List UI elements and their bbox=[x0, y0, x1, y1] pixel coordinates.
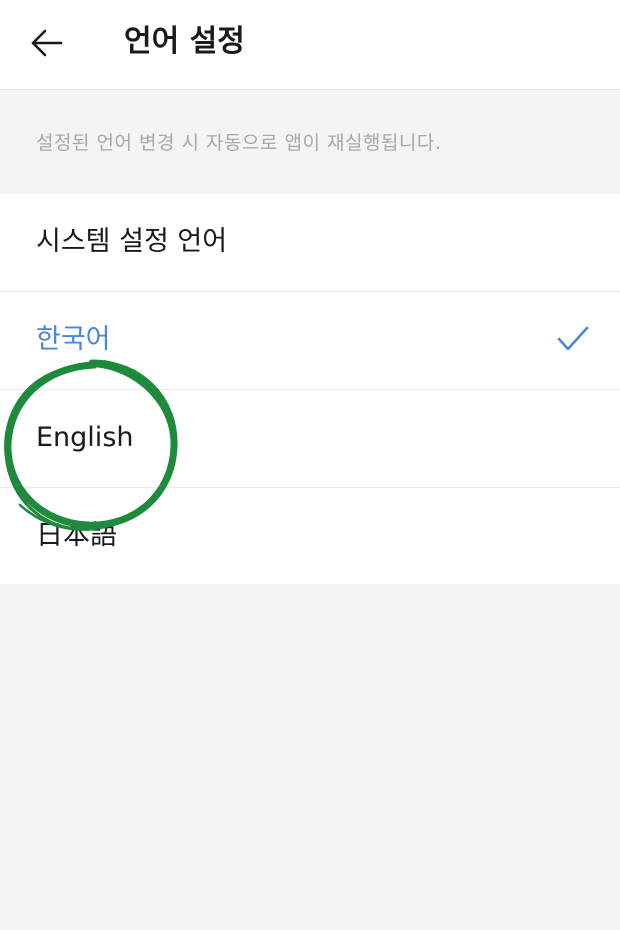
app-header: 언어 설정 bbox=[0, 0, 620, 90]
notice-text: 설정된 언어 변경 시 자동으로 앱이 재실행됩니다. bbox=[36, 132, 442, 154]
language-option-system[interactable]: 시스템 설정 언어 bbox=[0, 194, 620, 292]
check-icon bbox=[557, 326, 589, 351]
language-list: 시스템 설정 언어 한국어 English 日本語 bbox=[0, 194, 620, 584]
back-button[interactable] bbox=[22, 20, 72, 66]
language-option-korean[interactable]: 한국어 bbox=[0, 292, 620, 390]
language-option-japanese[interactable]: 日本語 bbox=[0, 488, 620, 584]
language-label: 한국어 bbox=[36, 324, 111, 355]
page-title: 언어 설정 bbox=[124, 24, 245, 59]
restart-notice: 설정된 언어 변경 시 자동으로 앱이 재실행됩니다. bbox=[0, 90, 620, 194]
language-label: 日本語 bbox=[36, 520, 117, 551]
language-label: English bbox=[36, 422, 134, 453]
language-label: 시스템 설정 언어 bbox=[36, 226, 228, 257]
language-option-english[interactable]: English bbox=[0, 390, 620, 488]
arrow-left-icon bbox=[31, 29, 63, 57]
